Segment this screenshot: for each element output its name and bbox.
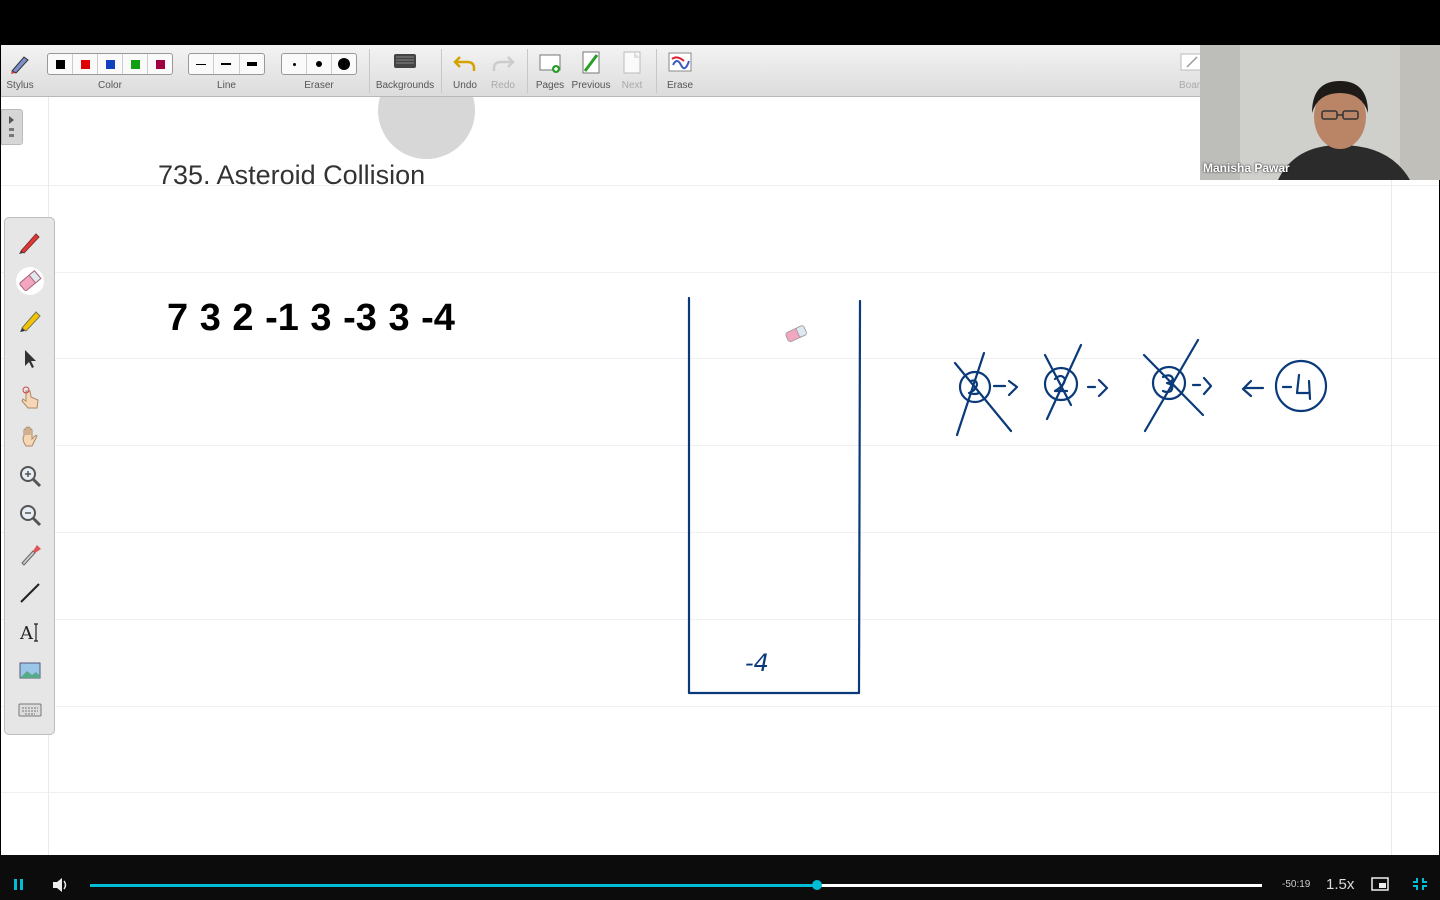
pages-icon bbox=[539, 54, 561, 73]
board-icon bbox=[1180, 53, 1201, 71]
line-thick[interactable] bbox=[240, 54, 264, 74]
text-tool-icon: A bbox=[19, 623, 38, 644]
volume-icon[interactable] bbox=[52, 877, 70, 893]
board-button[interactable]: Boar bbox=[1173, 45, 1201, 97]
line-width-picker[interactable]: Line bbox=[188, 45, 265, 97]
backgrounds-button[interactable]: Backgrounds bbox=[375, 45, 435, 97]
color-red[interactable] bbox=[73, 54, 98, 74]
pan-tool[interactable] bbox=[16, 423, 44, 451]
time-remaining: -50:19 bbox=[1282, 879, 1311, 890]
keyboard-icon bbox=[18, 703, 42, 717]
next-page-icon bbox=[623, 51, 641, 74]
previous-page-button[interactable]: Previous bbox=[570, 45, 612, 97]
eyedropper-tool[interactable] bbox=[16, 540, 44, 568]
backgrounds-icon bbox=[394, 54, 416, 68]
color-green[interactable] bbox=[123, 54, 148, 74]
keyboard-tool[interactable] bbox=[16, 696, 44, 724]
video-frame: 735. Asteroid Collision 7 3 2 -1 3 -3 3 … bbox=[0, 0, 1440, 900]
zoom-in-icon bbox=[20, 466, 42, 488]
pages-button[interactable]: Pages bbox=[532, 45, 568, 97]
color-black[interactable] bbox=[48, 54, 73, 74]
stack-outline bbox=[687, 296, 862, 695]
collapse-arrow-icon bbox=[9, 116, 14, 137]
undo-icon bbox=[453, 56, 476, 71]
video-controls: -50:19 1.5x bbox=[0, 855, 1440, 900]
pen-tool[interactable] bbox=[16, 228, 44, 256]
image-tool[interactable] bbox=[16, 657, 44, 685]
pen-icon bbox=[19, 233, 40, 254]
eyedropper-icon bbox=[21, 545, 41, 566]
playback-speed-button[interactable]: 1.5x bbox=[1326, 876, 1354, 893]
color-maroon[interactable] bbox=[148, 54, 172, 74]
eraser-small[interactable] bbox=[282, 54, 307, 74]
tool-palette: A bbox=[4, 217, 55, 735]
zoom-out-tool[interactable] bbox=[16, 501, 44, 529]
webcam-feed: Manisha Pawar bbox=[1200, 45, 1440, 180]
pause-icon[interactable] bbox=[12, 878, 26, 892]
redo-button[interactable]: Redo bbox=[485, 45, 521, 97]
color-blue[interactable] bbox=[98, 54, 123, 74]
progress-bar[interactable] bbox=[90, 880, 1262, 890]
select-arrow-icon bbox=[25, 350, 36, 368]
presenter-video bbox=[1200, 45, 1440, 180]
touch-icon bbox=[21, 386, 39, 409]
stack-item: -4 bbox=[745, 649, 769, 677]
line-tool[interactable] bbox=[16, 579, 44, 607]
erase-all-button[interactable]: Erase bbox=[661, 45, 699, 97]
redo-icon bbox=[492, 56, 515, 71]
previous-page-icon bbox=[582, 51, 600, 74]
presenter-name: Manisha Pawar bbox=[1203, 161, 1290, 175]
zoom-in-tool[interactable] bbox=[16, 462, 44, 490]
svg-text:A: A bbox=[19, 623, 34, 644]
eraser-cursor-icon bbox=[785, 325, 807, 342]
picture-in-picture-icon[interactable] bbox=[1371, 877, 1389, 891]
line-thin[interactable] bbox=[189, 54, 215, 74]
stylus-button[interactable]: Stylus bbox=[1, 45, 39, 97]
palette-collapse-tab[interactable] bbox=[1, 109, 23, 145]
image-icon bbox=[19, 662, 41, 679]
text-tool[interactable]: A bbox=[16, 618, 44, 646]
select-tool[interactable] bbox=[16, 345, 44, 373]
eraser-large[interactable] bbox=[332, 54, 356, 74]
eraser-tool[interactable] bbox=[16, 267, 44, 295]
erase-all-icon bbox=[668, 52, 692, 72]
next-page-button[interactable]: Next bbox=[615, 45, 649, 97]
highlighter-tool[interactable] bbox=[16, 306, 44, 334]
eraser-size-picker[interactable]: Eraser bbox=[281, 45, 357, 97]
highlighter-icon bbox=[20, 311, 41, 332]
undo-button[interactable]: Undo bbox=[447, 45, 483, 97]
eraser-icon bbox=[19, 270, 42, 291]
touch-tool[interactable] bbox=[16, 384, 44, 412]
line-medium[interactable] bbox=[214, 54, 240, 74]
hand-icon bbox=[22, 426, 38, 447]
zoom-out-icon bbox=[20, 505, 42, 527]
color-picker[interactable]: Color bbox=[47, 45, 173, 97]
exit-fullscreen-icon[interactable] bbox=[1412, 877, 1428, 891]
eraser-medium[interactable] bbox=[307, 54, 332, 74]
line-tool-icon bbox=[20, 583, 40, 603]
progress-handle[interactable] bbox=[811, 880, 822, 890]
progress-fill bbox=[90, 884, 817, 887]
stylus-icon bbox=[11, 56, 29, 74]
